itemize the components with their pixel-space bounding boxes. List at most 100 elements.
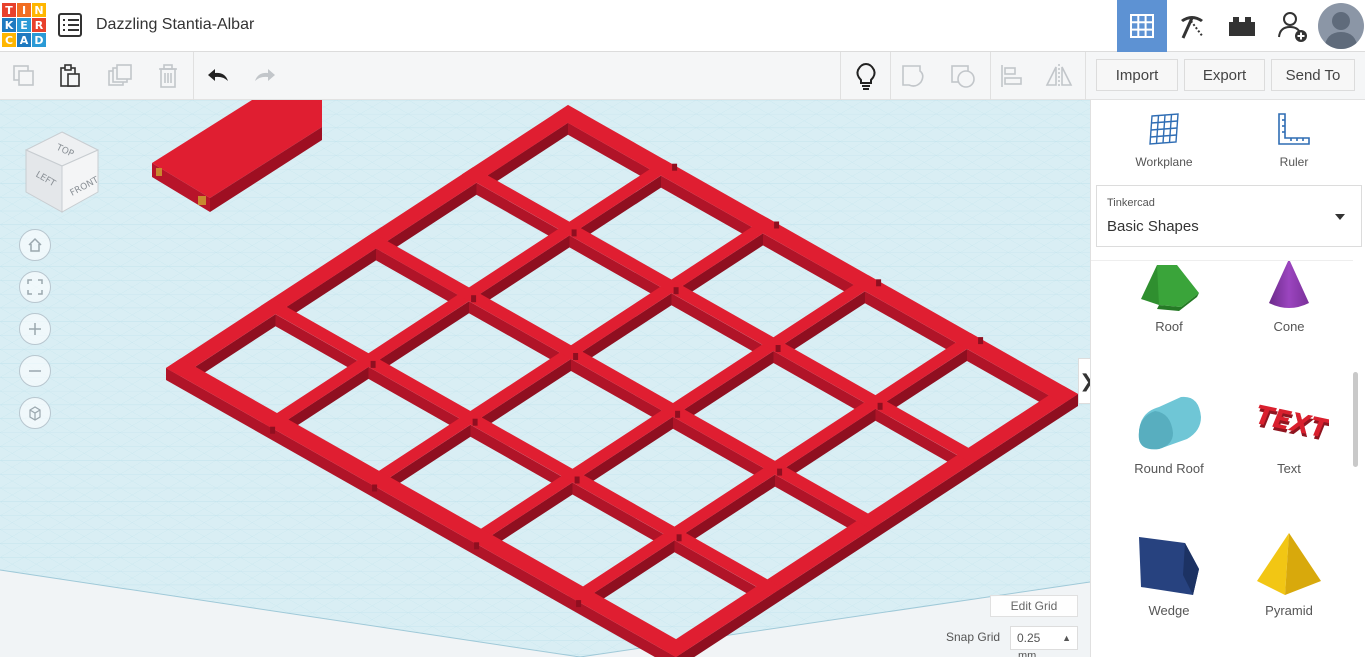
ruler-tool-button[interactable]: Ruler xyxy=(1239,112,1349,169)
frame-notch xyxy=(675,410,681,418)
delete-button[interactable] xyxy=(154,62,182,90)
frame-notch xyxy=(474,542,480,550)
plus-icon xyxy=(29,323,41,335)
copy-icon xyxy=(13,65,34,86)
shape-text[interactable]: TEXT TEXT Text xyxy=(1229,387,1349,476)
export-button[interactable]: Export xyxy=(1184,59,1265,91)
align-icon xyxy=(1001,65,1022,87)
shape-cone[interactable]: Cone xyxy=(1229,261,1349,334)
shape-pyramid[interactable]: Pyramid xyxy=(1229,529,1349,618)
shape-cone-label: Cone xyxy=(1273,319,1305,334)
group-icon xyxy=(902,65,924,87)
caret-up-icon: ▲ xyxy=(1062,633,1071,643)
home-icon xyxy=(28,237,42,252)
ungroup-icon xyxy=(951,65,975,88)
ortho-view-button[interactable] xyxy=(19,397,51,429)
redo-button[interactable] xyxy=(251,62,279,90)
edit-toolbar: Import Export Send To xyxy=(0,52,1365,100)
shape-library-dropdown[interactable]: Tinkercad Basic Shapes xyxy=(1096,185,1362,247)
group-button[interactable] xyxy=(900,62,928,90)
copy-button[interactable] xyxy=(10,62,38,90)
design-title[interactable]: Dazzling Stantia-Albar xyxy=(96,16,254,34)
paste-button[interactable] xyxy=(56,62,84,90)
chevron-right-icon: ❯ xyxy=(1079,371,1090,392)
roof-shape-icon xyxy=(1141,265,1199,311)
logo-letter: A xyxy=(17,33,31,47)
minus-icon xyxy=(29,370,41,372)
frame-notch xyxy=(574,476,580,484)
library-selected-label: Basic Shapes xyxy=(1107,218,1199,235)
shape-wedge-label: Wedge xyxy=(1148,603,1190,618)
frame-notch xyxy=(270,426,276,434)
align-button[interactable] xyxy=(998,62,1026,90)
shapes-panel: Workplane Ruler Tinkercad Basic Shapes R… xyxy=(1090,100,1365,657)
frame-notch xyxy=(774,221,780,229)
tinkercad-logo[interactable]: TIN KER CAD xyxy=(2,3,46,48)
frame-notch xyxy=(775,345,781,352)
add-user-button[interactable] xyxy=(1267,0,1317,52)
frame-notch xyxy=(876,279,882,287)
logo-letter: K xyxy=(2,18,16,32)
bricks-button[interactable] xyxy=(1217,0,1267,52)
zoom-in-button[interactable] xyxy=(19,313,51,345)
design-menu-icon[interactable] xyxy=(58,13,82,37)
send-to-button[interactable]: Send To xyxy=(1271,59,1355,91)
edit-grid-button[interactable]: Edit Grid xyxy=(990,595,1078,617)
workplane-tool-button[interactable]: Workplane xyxy=(1109,112,1219,169)
grid-icon xyxy=(1130,14,1154,38)
duplicate-icon xyxy=(108,64,132,86)
logo-letter: T xyxy=(2,3,16,17)
round-roof-shape-icon xyxy=(1138,396,1201,450)
frame-notch xyxy=(370,360,376,368)
cube-outline-icon xyxy=(29,406,41,421)
view-cube[interactable]: TOP LEFT FRONT xyxy=(22,130,102,216)
cone-shape-icon xyxy=(1269,261,1309,308)
ungroup-button[interactable] xyxy=(949,62,977,90)
frame-notch xyxy=(877,402,883,410)
mirror-icon xyxy=(1045,64,1073,88)
logo-letter: E xyxy=(17,18,31,32)
shape-roof[interactable]: Roof xyxy=(1109,261,1229,334)
shape-roof-label: Roof xyxy=(1155,319,1183,334)
shape-wedge[interactable]: Wedge xyxy=(1109,529,1229,618)
user-plus-icon xyxy=(1278,12,1307,42)
duplicate-button[interactable] xyxy=(106,62,134,90)
brick-icon xyxy=(1229,17,1255,36)
shape-pyramid-label: Pyramid xyxy=(1265,603,1313,618)
workplane-icon xyxy=(1149,113,1179,145)
shape-round-roof[interactable]: Round Roof xyxy=(1109,387,1229,476)
user-avatar[interactable] xyxy=(1318,3,1364,49)
3d-design-view-button[interactable] xyxy=(1117,0,1167,52)
workplane-canvas[interactable]: TOP LEFT FRONT ❯ Edit Grid Snap Grid 0.2… xyxy=(0,100,1090,657)
fit-view-button[interactable] xyxy=(19,271,51,303)
trash-icon xyxy=(159,64,177,88)
logo-letter: D xyxy=(32,33,46,47)
snap-grid-value: 0.25 xyxy=(1017,631,1041,645)
home-view-button[interactable] xyxy=(19,229,51,261)
mirror-button[interactable] xyxy=(1045,62,1073,90)
frame-notch xyxy=(676,534,682,542)
fit-icon xyxy=(27,279,43,295)
logo-letter: R xyxy=(32,18,46,32)
library-source-label: Tinkercad xyxy=(1107,197,1155,209)
notes-button[interactable] xyxy=(852,62,880,90)
workplane-scene[interactable] xyxy=(0,100,1090,657)
avatar-silhouette-icon xyxy=(1324,12,1358,49)
codeblocks-button[interactable] xyxy=(1167,0,1217,52)
snap-grid-label: Snap Grid xyxy=(946,630,1001,644)
undo-button[interactable] xyxy=(204,62,232,90)
shapes-grid: Roof Cone Round Roof TEXT TEXT Text Wedg… xyxy=(1091,260,1353,657)
frame-notch xyxy=(571,229,577,237)
panel-collapse-tab[interactable]: ❯ xyxy=(1078,358,1090,404)
frame-notch xyxy=(777,468,783,476)
logo-letter: C xyxy=(2,33,16,47)
panel-scrollbar[interactable] xyxy=(1353,372,1358,467)
paste-icon xyxy=(60,64,80,87)
import-button[interactable]: Import xyxy=(1096,59,1178,91)
ruler-tool-label: Ruler xyxy=(1279,155,1309,169)
snap-grid-select[interactable]: 0.25 ▲ xyxy=(1010,626,1078,650)
frame-notch xyxy=(576,600,582,608)
frame-notch xyxy=(372,484,378,492)
zoom-out-button[interactable] xyxy=(19,355,51,387)
box-notch xyxy=(198,196,206,205)
